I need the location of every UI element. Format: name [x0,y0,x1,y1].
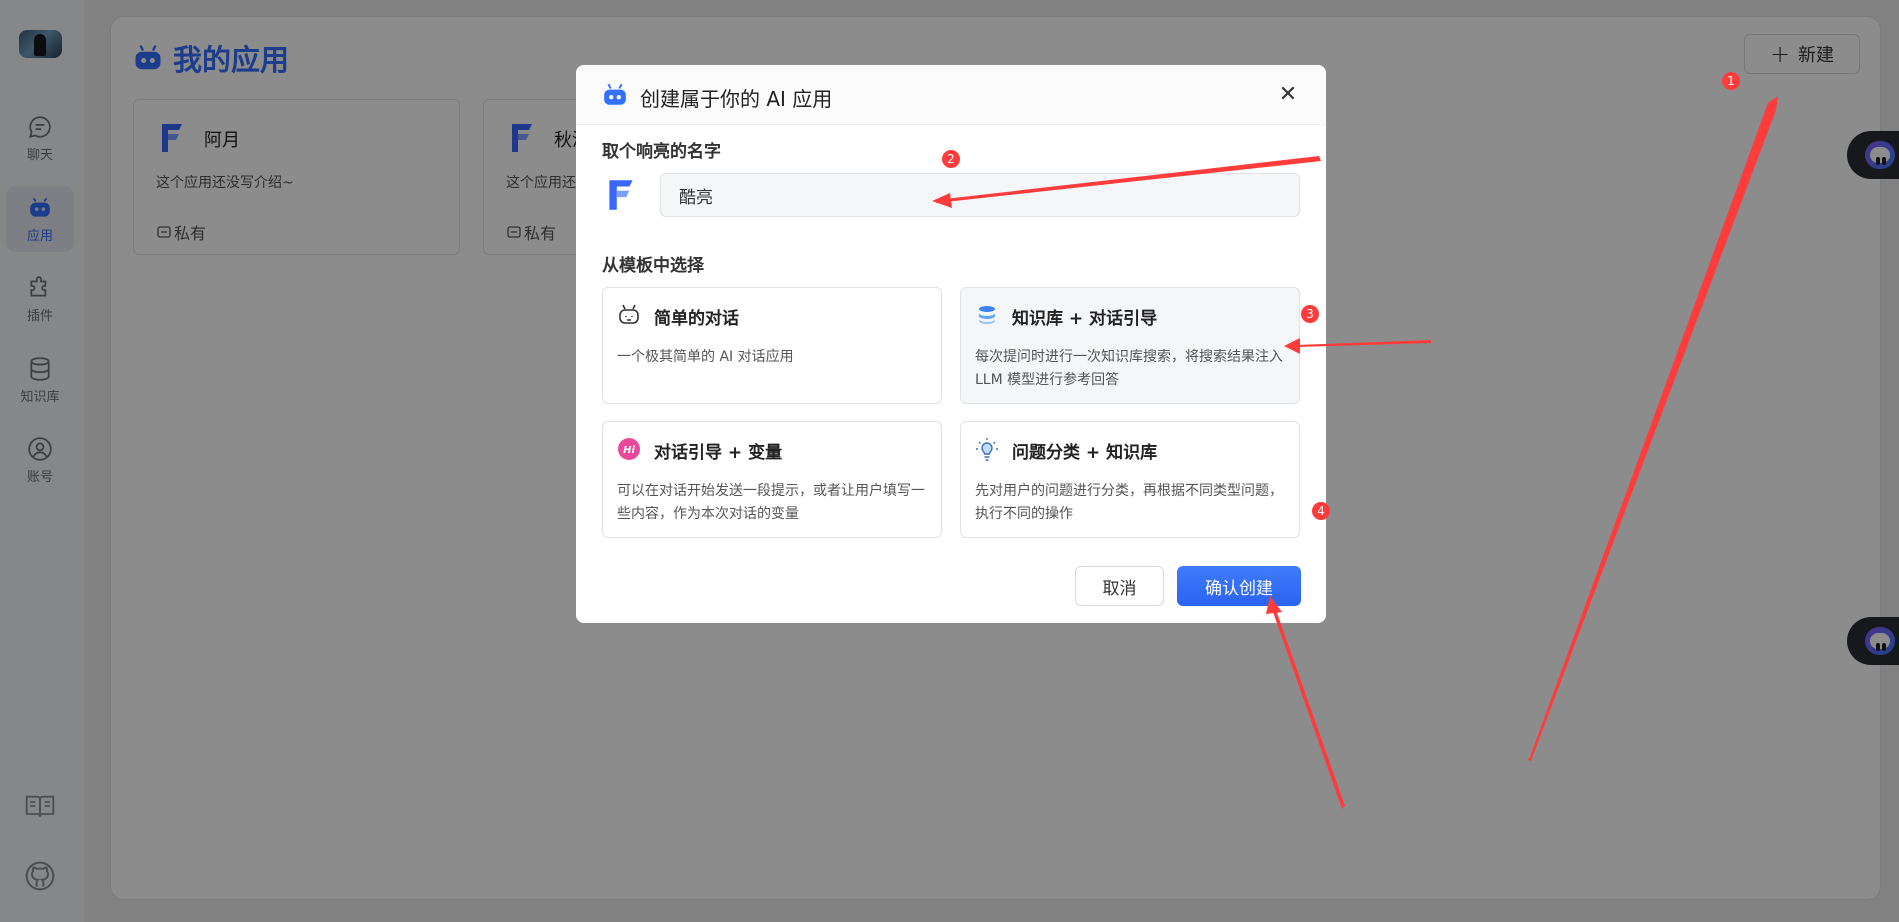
database-stack-icon [979,306,995,324]
confirm-create-button[interactable]: 确认创建 [1177,566,1301,606]
cancel-button[interactable]: 取消 [1075,566,1164,606]
close-icon[interactable]: ✕ [1276,83,1300,107]
name-label: 取个响亮的名字 [602,142,721,162]
template-label: 从模板中选择 [602,256,704,276]
modal-header: 创建属于你的 AI 应用 ✕ [576,65,1326,125]
annotation-badge: 4 [1312,502,1330,520]
app-name-input[interactable] [660,173,1300,217]
template-name: 对话引导 + 变量 [654,443,783,463]
template-classify-kb[interactable]: 问题分类 + 知识库 先对用户的问题进行分类，再根据不同类型问题，执行不同的操作 [960,421,1300,538]
template-desc: 每次提问时进行一次知识库搜索，将搜索结果注入 LLM 模型进行参考回答 [975,349,1283,388]
template-desc: 先对用户的问题进行分类，再根据不同类型问题，执行不同的操作 [975,483,1283,522]
modal-title: 创建属于你的 AI 应用 [640,87,833,111]
app-avatar-picker-icon[interactable] [606,176,636,214]
template-kb-chat[interactable]: 知识库 + 对话引导 每次提问时进行一次知识库搜索，将搜索结果注入 LLM 模型… [960,287,1300,404]
annotation-badge: 2 [942,150,960,168]
template-name: 问题分类 + 知识库 [1012,443,1158,463]
template-guide-vars[interactable]: Hi 对话引导 + 变量 可以在对话开始发送一段提示，或者让用户填写一些内容，作… [602,421,942,538]
annotation-badge: 3 [1301,305,1319,323]
robot-icon [604,83,626,105]
template-simple-chat[interactable]: 简单的对话 一个极其简单的 AI 对话应用 [602,287,942,404]
template-desc: 可以在对话开始发送一段提示，或者让用户填写一些内容，作为本次对话的变量 [617,483,925,522]
template-desc: 一个极其简单的 AI 对话应用 [617,349,794,365]
annotation-badge: 1 [1722,72,1740,90]
robot-outline-icon [619,304,639,324]
create-app-modal: 创建属于你的 AI 应用 ✕ 取个响亮的名字 从模板中选择 简单的对话 一个极其… [576,65,1326,623]
lightbulb-icon [976,438,998,461]
template-name: 简单的对话 [654,309,739,329]
svg-text:Hi: Hi [623,445,635,456]
hi-badge-icon: Hi [618,438,640,460]
template-name: 知识库 + 对话引导 [1012,309,1158,329]
